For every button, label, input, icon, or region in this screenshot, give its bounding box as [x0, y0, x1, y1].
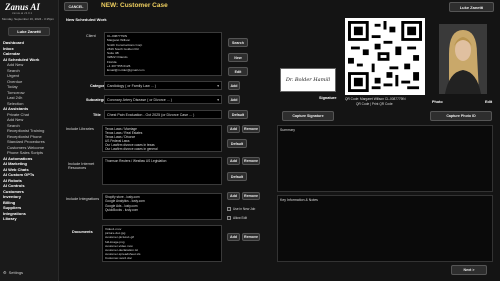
client-label: Client — [86, 34, 96, 38]
customer-photo — [439, 24, 487, 94]
title-label: Title — [93, 113, 101, 117]
page-title: NEW: Customer Case — [101, 2, 168, 9]
integrations-remove-button[interactable]: Remove — [242, 192, 260, 200]
subcategory-select[interactable]: Coronary Artery Disease ( or Divorce ...… — [104, 95, 222, 104]
signature-pad[interactable]: Dr. Bolder Hamill — [280, 68, 336, 92]
signature-image: Dr. Bolder Hamill — [285, 77, 331, 83]
subcategory-add-button[interactable]: Add — [228, 95, 240, 104]
next-button[interactable]: Next > — [451, 265, 487, 275]
client-edit-button[interactable]: Edit — [228, 67, 248, 76]
settings-label: Settings — [8, 270, 24, 275]
documents-remove-button[interactable]: Remove — [242, 233, 260, 241]
client-textarea[interactable]: CL-0087779IN Margaret Willson Smith Cons… — [104, 32, 222, 76]
libraries-remove-button[interactable]: Remove — [242, 125, 260, 133]
libraries-add-button[interactable]: Add — [227, 125, 240, 133]
sidebar: Zanus AI zanus.ai v3.0.1 Monday, Septemb… — [0, 0, 59, 281]
category-add-button[interactable]: Add — [228, 81, 240, 90]
cancel-button[interactable]: CANCEL — [64, 2, 88, 11]
qr-code — [345, 18, 425, 95]
category-select[interactable]: Cardiology ( or Family Law ... ) ▾ — [104, 81, 222, 90]
documents-add-button[interactable]: Add — [227, 233, 240, 241]
key-information-label: Key Information & Notes — [280, 198, 318, 202]
checkbox-icon — [227, 207, 231, 211]
form-section-title: New Scheduled Work — [66, 17, 107, 22]
capture-signature-button[interactable]: Capture Signature — [282, 111, 334, 121]
title-input[interactable]: Chest Pain Evaluation - Oct 2025 (or Div… — [104, 110, 222, 119]
current-datetime: Monday, September 16, 2024 - 3:15pm — [2, 17, 54, 21]
signature-label: Signature — [319, 96, 337, 100]
qr-links[interactable]: QR Code | Print QR Code — [356, 102, 393, 106]
integrations-label: Include Integrations — [66, 197, 100, 201]
photo-edit-link[interactable]: Edit — [485, 100, 492, 104]
sidebar-nav: Dashboard Inbox Calendar AI Scheduled Work A… — [3, 40, 59, 222]
header-user-button[interactable]: Luke Zanetti — [449, 2, 494, 12]
key-information-panel[interactable] — [277, 195, 493, 262]
checkbox-icon — [227, 216, 231, 220]
allow-edit-toggle[interactable]: Allow Edit — [227, 216, 247, 220]
use-in-new-job-toggle[interactable]: Use in New Job — [227, 207, 255, 211]
internet-default-button[interactable]: Default — [227, 172, 247, 181]
title-default-button[interactable]: Default — [228, 110, 248, 119]
sidebar-user-button[interactable]: Luke Zanetti — [8, 27, 50, 36]
category-value: Cardiology ( or Family Law ... ) — [107, 83, 156, 88]
libraries-label: Include Libraries — [66, 127, 94, 131]
photo-label: Photo — [432, 100, 443, 104]
internet-remove-button[interactable]: Remove — [242, 157, 260, 165]
documents-label: Documents — [72, 230, 93, 234]
integrations-add-button[interactable]: Add — [227, 192, 240, 200]
settings-link[interactable]: ⚙ Settings — [3, 270, 23, 275]
client-search-button[interactable]: Search — [228, 38, 248, 47]
chevron-down-icon: ▾ — [217, 97, 219, 102]
integrations-list[interactable]: Shopify store - lusty.com Google Analyti… — [102, 193, 222, 220]
capture-photo-id-button[interactable]: Capture Photo ID — [430, 111, 492, 121]
use-in-new-job-label: Use in New Job — [233, 207, 256, 211]
subcategory-value: Coronary Artery Disease ( or Divorce ...… — [107, 97, 172, 102]
internet-add-button[interactable]: Add — [227, 157, 240, 165]
sidebar-item-library[interactable]: Library — [3, 216, 59, 222]
summary-label: Summary — [280, 128, 295, 132]
gear-icon: ⚙ — [3, 270, 7, 275]
libraries-default-button[interactable]: Default — [227, 139, 247, 148]
person-photo-icon — [439, 24, 487, 94]
internet-label: Include Internet Resources — [68, 162, 95, 171]
allow-edit-label: Allow Edit — [233, 216, 247, 220]
libraries-list[interactable]: Texas Laws / Marriage Texas Laws / Real … — [102, 125, 222, 152]
title-value: Chest Pain Evaluation - Oct 2025 (or Div… — [107, 112, 195, 117]
internet-resources-list[interactable]: Thomson Reuters / Westlaw US Legislation — [102, 157, 222, 185]
app-tagline: zanus.ai v3.0.1 — [12, 11, 33, 15]
chevron-down-icon: ▾ — [217, 83, 219, 88]
documents-list[interactable]: Video1.mov picture-doc.jpg customer-pict… — [102, 225, 222, 262]
client-new-button[interactable]: New — [228, 53, 248, 62]
qr-caption: QR Code: Margaret Willson CL-0087779IN — [345, 97, 406, 101]
summary-panel[interactable] — [277, 125, 493, 192]
qr-code-icon — [348, 21, 422, 92]
